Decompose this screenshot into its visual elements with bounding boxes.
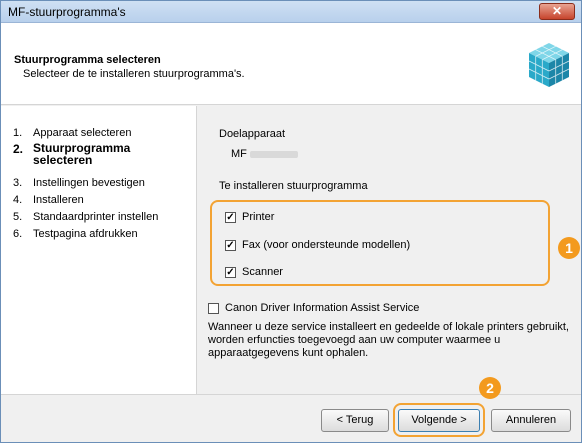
wizard-header: Stuurprogramma selecteren Selecteer de t…	[1, 23, 581, 105]
device-name: MF	[231, 148, 298, 160]
wizard-footer: 2 < Terug Volgende > Annuleren	[1, 377, 581, 442]
checkbox-icon: ✓	[225, 211, 236, 223]
callout-badge-1: 1	[558, 237, 580, 259]
assist-service-checkbox[interactable]: Canon Driver Information Assist Service	[208, 302, 419, 314]
assist-service-description: Wanneer u deze service installeert en ge…	[208, 321, 569, 359]
step-label: Installeren	[33, 194, 84, 206]
installer-window: MF-stuurprogramma's ✕ Stuurprogramma sel…	[0, 0, 582, 443]
step-label: Apparaat selecteren	[33, 127, 132, 139]
checkbox-icon: ✓	[225, 266, 236, 278]
steps-sidebar: 1. Apparaat selecteren 2. Stuurprogramma…	[1, 106, 197, 394]
step-item: 6. Testpagina afdrukken	[13, 228, 138, 240]
step-item-active: 2. Stuurprogramma selecteren	[13, 142, 163, 166]
page-subtitle: Selecteer de te installeren stuurprogram…	[23, 68, 245, 80]
step-item: 1. Apparaat selecteren	[13, 127, 132, 139]
checkbox-icon	[208, 302, 219, 314]
device-model-redacted	[249, 150, 298, 158]
page-title: Stuurprogramma selecteren	[14, 54, 161, 66]
device-heading: Doelapparaat	[219, 128, 286, 140]
back-button[interactable]: < Terug	[321, 409, 389, 432]
step-item: 5. Standaardprinter instellen	[13, 211, 159, 223]
checkbox-icon: ✓	[225, 239, 236, 251]
step-label: Testpagina afdrukken	[33, 228, 138, 240]
main-panel: Doelapparaat MF Te installeren stuurprog…	[198, 106, 581, 394]
cancel-button[interactable]: Annuleren	[491, 409, 571, 432]
next-button[interactable]: Volgende >	[398, 409, 480, 432]
step-item: 4. Installeren	[13, 194, 84, 206]
driver-cube-icon	[528, 43, 570, 87]
title-bar: MF-stuurprogramma's ✕	[1, 1, 581, 23]
step-item: 3. Instellingen bevestigen	[13, 177, 145, 189]
step-label: Instellingen bevestigen	[33, 177, 145, 189]
callout-badge-2: 2	[479, 377, 501, 399]
step-label: Standaardprinter instellen	[33, 211, 159, 223]
driver-scanner-checkbox[interactable]: ✓ Scanner	[225, 266, 283, 278]
close-button[interactable]: ✕	[539, 3, 575, 20]
driver-fax-checkbox[interactable]: ✓ Fax (voor ondersteunde modellen)	[225, 239, 410, 251]
step-label: Stuurprogramma selecteren	[33, 141, 131, 167]
drivers-heading: Te installeren stuurprogramma	[219, 180, 368, 192]
driver-printer-checkbox[interactable]: ✓ Printer	[225, 211, 274, 223]
window-title: MF-stuurprogramma's	[8, 5, 126, 19]
